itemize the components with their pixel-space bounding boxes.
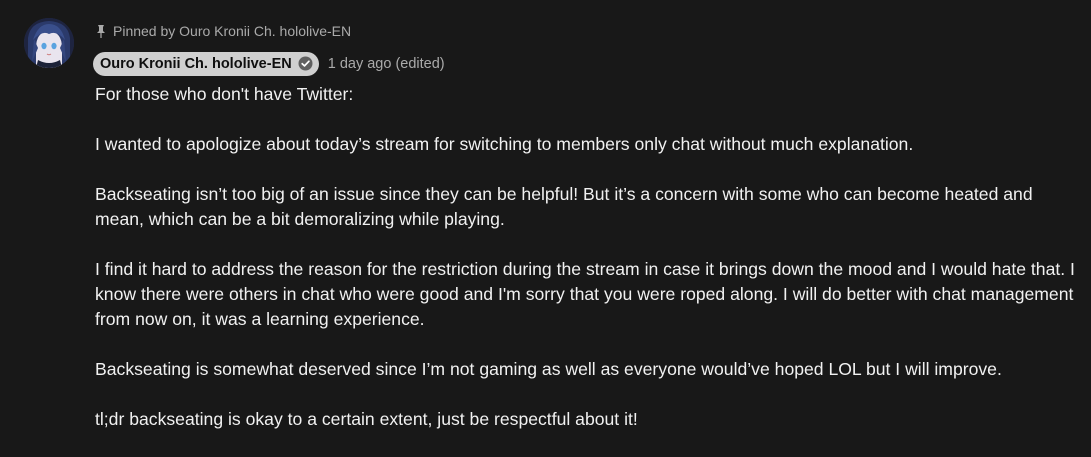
author-name-chip[interactable]: Ouro Kronii Ch. hololive-EN [93,51,319,76]
comment-header: Ouro Kronii Ch. hololive-EN 1 day ago (e… [93,51,445,76]
comment-paragraph: I wanted to apologize about today’s stre… [95,134,914,154]
pin-icon [95,23,107,39]
pinned-label: Pinned by Ouro Kronii Ch. hololive-EN [95,21,351,41]
comment-timestamp[interactable]: 1 day ago (edited) [328,56,445,72]
comment-paragraph: tl;dr backseating is okay to a certain e… [95,409,638,429]
comment-paragraph: Backseating isn’t too big of an issue si… [95,184,1033,229]
pinned-comment: Pinned by Ouro Kronii Ch. hololive-EN Ou… [0,0,1091,438]
comment-paragraph: I find it hard to address the reason for… [95,259,1075,329]
verified-check-icon [298,56,313,71]
comment-body: For those who don't have Twitter: I want… [95,82,1085,457]
author-name[interactable]: Ouro Kronii Ch. hololive-EN [100,56,292,72]
pinned-text: Pinned by Ouro Kronii Ch. hololive-EN [113,23,352,39]
comment-paragraph: Backseating is somewhat deserved since I… [95,359,1002,379]
comment-paragraph: For those who don't have Twitter: [95,84,354,104]
author-avatar[interactable] [24,18,74,68]
